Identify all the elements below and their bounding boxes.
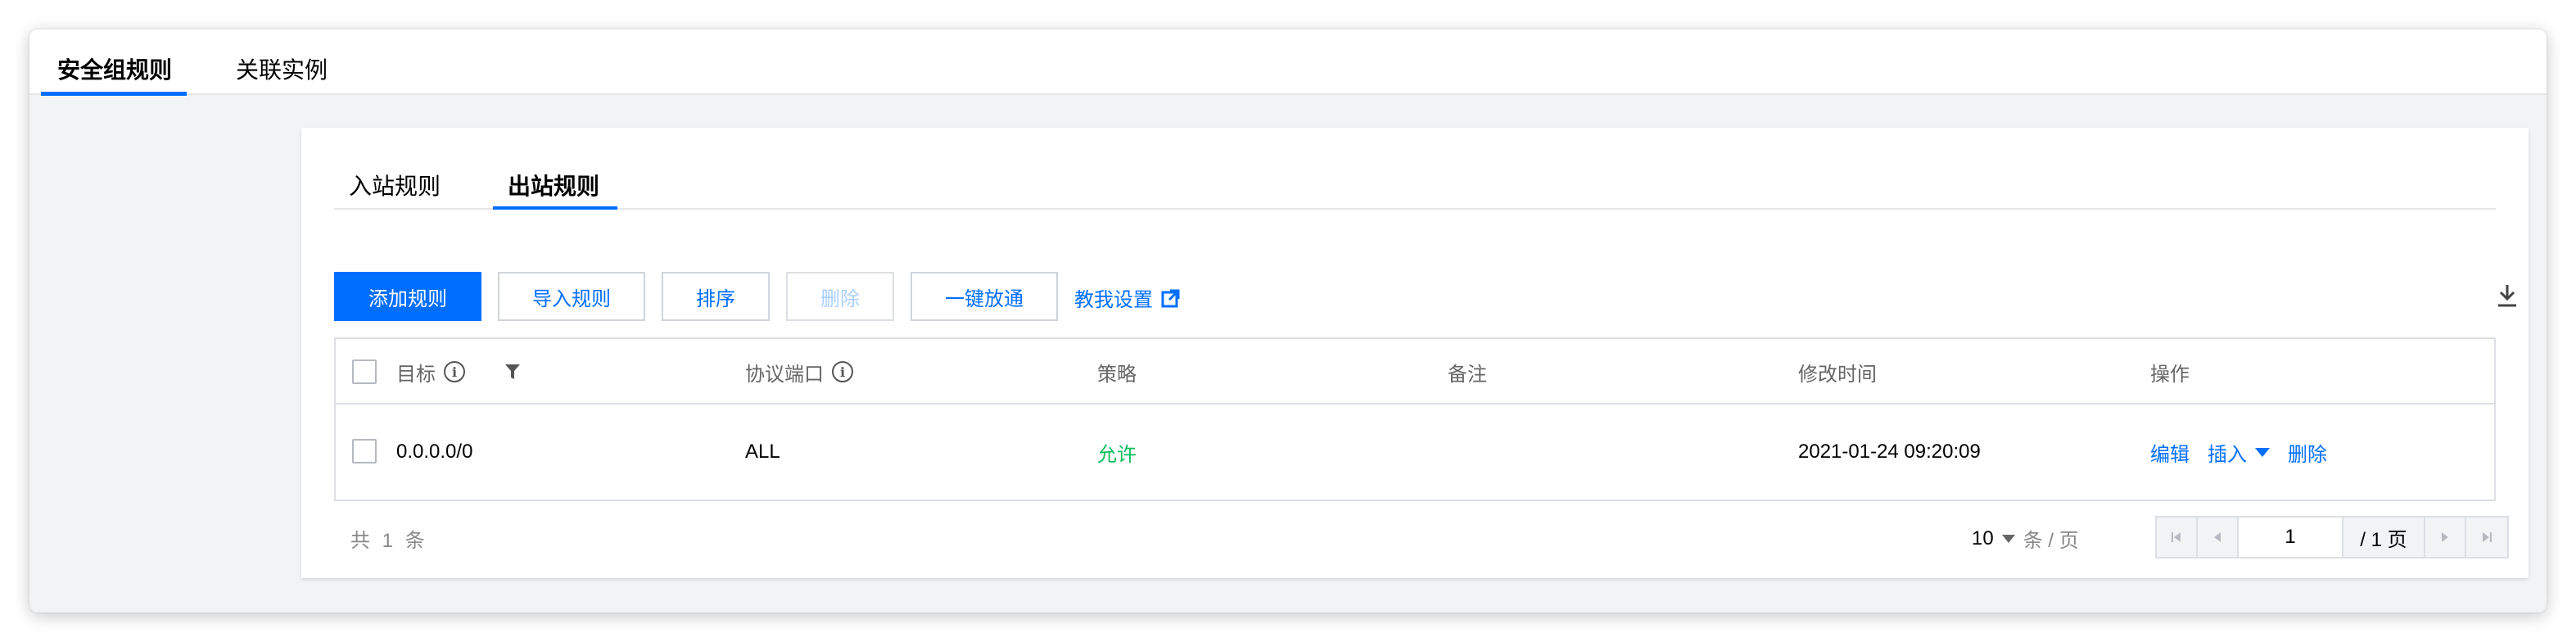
insert-dropdown[interactable]: 插入 bbox=[2208, 438, 2270, 467]
import-rule-button[interactable]: 导入规则 bbox=[498, 272, 645, 321]
teach-me-setup-label: 教我设置 bbox=[1074, 289, 1153, 311]
first-page-button[interactable] bbox=[2157, 518, 2198, 557]
tab-outbound-rules[interactable]: 出站规则 bbox=[508, 169, 599, 201]
table-header: 目标 i 协议端口 i 策略 备注 修改时间 操作 bbox=[336, 339, 2494, 405]
prev-page-icon bbox=[2214, 532, 2221, 542]
security-group-window: 安全组规则 关联实例 入站规则 出站规则 添加规则 导入规则 排序 删除 一键放… bbox=[29, 29, 2547, 613]
delete-link[interactable]: 删除 bbox=[2288, 438, 2327, 467]
next-page-button[interactable] bbox=[2425, 518, 2466, 557]
external-link-icon bbox=[1161, 289, 1180, 307]
column-target-label: 目标 bbox=[396, 363, 436, 386]
pagination: 1 / 1 页 bbox=[2155, 516, 2509, 558]
chevron-down-icon bbox=[2255, 447, 2270, 457]
page-size-select[interactable]: 10 条 / 页 bbox=[1972, 524, 2079, 553]
column-remark: 备注 bbox=[1448, 363, 1487, 386]
total-pages: / 1 页 bbox=[2343, 518, 2425, 557]
active-tab-indicator bbox=[41, 92, 187, 96]
download-icon[interactable] bbox=[2496, 283, 2519, 308]
filter-icon-wrapper[interactable] bbox=[504, 339, 521, 405]
select-all-checkbox[interactable] bbox=[352, 359, 377, 384]
table-row: 0.0.0.0/0 ALL 允许 2021-01-24 09:20:09 编辑 … bbox=[336, 405, 2494, 500]
delete-button[interactable]: 删除 bbox=[786, 272, 894, 321]
column-target: 目标 i bbox=[396, 339, 465, 405]
row-actions: 编辑 插入 删除 bbox=[2150, 405, 2327, 500]
total-count: 共 1 条 bbox=[350, 530, 428, 552]
page-size-value: 10 bbox=[1972, 527, 1994, 549]
next-page-icon bbox=[2442, 532, 2448, 542]
page-size-unit: 条 / 页 bbox=[2022, 530, 2079, 552]
column-actions: 操作 bbox=[2150, 363, 2190, 386]
rules-table: 目标 i 协议端口 i 策略 备注 修改时间 操作 0.0.0.0/0 ALL … bbox=[334, 337, 2496, 501]
page-number-input[interactable]: 1 bbox=[2239, 518, 2343, 557]
prev-page-button[interactable] bbox=[2198, 518, 2239, 557]
column-protocol-port: 协议端口 i bbox=[745, 339, 853, 405]
column-modified-time: 修改时间 bbox=[1798, 363, 1877, 386]
row-modified-time: 2021-01-24 09:20:09 bbox=[1798, 441, 1981, 463]
row-protocol-port: ALL bbox=[745, 441, 780, 463]
last-page-icon bbox=[2483, 532, 2492, 542]
last-page-button[interactable] bbox=[2466, 518, 2507, 557]
tab-security-group-rules[interactable]: 安全组规则 bbox=[57, 52, 172, 85]
info-icon[interactable]: i bbox=[444, 361, 465, 382]
rules-panel: 入站规则 出站规则 添加规则 导入规则 排序 删除 一键放通 教我设置 目标 i… bbox=[301, 128, 2529, 578]
one-click-open-button[interactable]: 一键放通 bbox=[911, 272, 1058, 321]
edit-link[interactable]: 编辑 bbox=[2150, 438, 2190, 467]
direction-tab-bar: 入站规则 出站规则 bbox=[334, 128, 2496, 210]
column-protocol-port-label: 协议端口 bbox=[745, 363, 824, 386]
row-policy: 允许 bbox=[1097, 443, 1137, 466]
top-tab-bar: 安全组规则 关联实例 bbox=[29, 29, 2547, 96]
active-subtab-indicator bbox=[493, 206, 617, 210]
column-policy: 策略 bbox=[1097, 363, 1137, 386]
row-checkbox[interactable] bbox=[352, 439, 377, 463]
tab-associated-instances[interactable]: 关联实例 bbox=[236, 52, 328, 85]
add-rule-button[interactable]: 添加规则 bbox=[334, 272, 481, 321]
row-target: 0.0.0.0/0 bbox=[396, 441, 473, 463]
chevron-down-icon bbox=[2001, 534, 2015, 543]
info-icon[interactable]: i bbox=[832, 361, 853, 382]
teach-me-setup-link[interactable]: 教我设置 bbox=[1074, 283, 1181, 312]
first-page-icon bbox=[2172, 532, 2181, 542]
tab-inbound-rules[interactable]: 入站规则 bbox=[349, 169, 441, 201]
filter-icon bbox=[505, 364, 520, 379]
sort-button[interactable]: 排序 bbox=[662, 272, 770, 321]
insert-label: 插入 bbox=[2208, 443, 2247, 466]
